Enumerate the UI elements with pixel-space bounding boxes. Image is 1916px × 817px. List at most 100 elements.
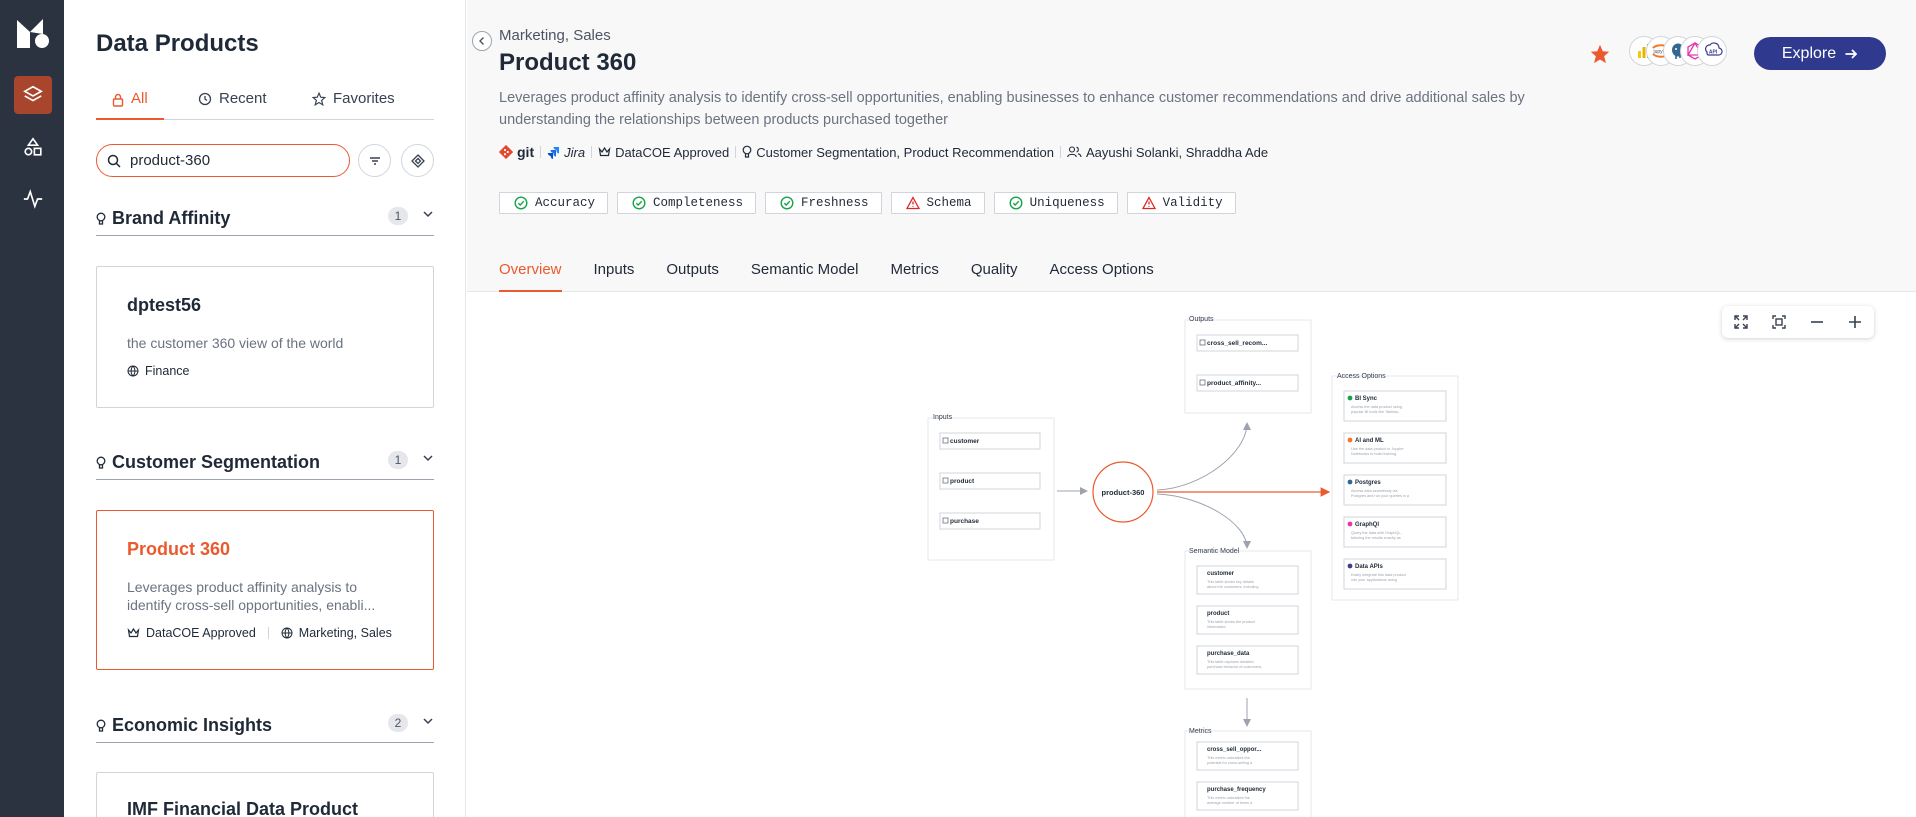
group-count-badge: 1 bbox=[388, 207, 408, 225]
outputs-group-title: Outputs bbox=[1189, 316, 1214, 323]
jira-icon bbox=[547, 146, 560, 159]
warning-triangle-icon bbox=[1141, 196, 1156, 210]
group-customer-segmentation[interactable]: Customer Segmentation 1 bbox=[96, 446, 434, 480]
detail-tabs: Overview Inputs Outputs Semantic Model M… bbox=[499, 254, 1186, 292]
access-node-desc: into your applications using bbox=[1351, 578, 1397, 582]
quality-chip-validity[interactable]: Validity bbox=[1126, 192, 1236, 214]
fullscreen-button[interactable] bbox=[1730, 311, 1752, 333]
zoom-in-button[interactable] bbox=[1844, 311, 1866, 333]
layout-toggle-button[interactable] bbox=[401, 144, 434, 177]
group-economic-insights[interactable]: Economic Insights 2 bbox=[96, 709, 434, 743]
edge-center-outputs bbox=[1156, 422, 1251, 491]
tab-outputs[interactable]: Outputs bbox=[666, 254, 719, 292]
chevron-down-icon[interactable] bbox=[422, 715, 434, 727]
shapes-nav-button[interactable] bbox=[14, 128, 52, 166]
page-title: Product 360 bbox=[499, 49, 637, 76]
card-title: dptest56 bbox=[127, 295, 202, 315]
check-circle-icon bbox=[1009, 196, 1023, 210]
app-root: Data Products All Recent Favorites produ… bbox=[0, 0, 1916, 817]
data-products-nav-button[interactable] bbox=[14, 76, 52, 114]
input-node-label: purchase bbox=[950, 518, 979, 525]
owners: Aayushi Solanki, Shraddha Ade bbox=[1067, 145, 1268, 160]
star-outline-icon bbox=[312, 92, 326, 106]
card-meta: Finance bbox=[127, 364, 403, 378]
card-badge: DataCOE Approved bbox=[146, 626, 256, 640]
nav-rail bbox=[0, 0, 64, 817]
quality-chip-accuracy[interactable]: Accuracy bbox=[499, 192, 609, 214]
sidebar-title: Data Products bbox=[96, 30, 259, 57]
check-circle-icon bbox=[514, 196, 528, 210]
fit-view-button[interactable] bbox=[1768, 311, 1790, 333]
access-node-desc: Postgres and run your queries in a bbox=[1351, 494, 1410, 498]
git-label: git bbox=[517, 144, 535, 160]
access-node-icon bbox=[1347, 563, 1353, 569]
jira-link[interactable]: Jira bbox=[547, 145, 585, 160]
output-node-label: cross_sell_recom... bbox=[1207, 340, 1268, 347]
owners-label: Aayushi Solanki, Shraddha Ade bbox=[1085, 144, 1269, 160]
group-name: Economic Insights bbox=[112, 715, 273, 735]
divider bbox=[1059, 146, 1061, 158]
users-icon bbox=[1067, 146, 1082, 158]
quality-chip-completeness[interactable]: Completeness bbox=[617, 192, 757, 214]
card-description: Leverages product affinity analysis to i… bbox=[127, 579, 376, 613]
shapes-icon bbox=[24, 137, 42, 156]
tab-favorites-label: Favorites bbox=[333, 90, 395, 107]
tab-access-options[interactable]: Access Options bbox=[1050, 254, 1154, 292]
semantic-node-label: purchase_data bbox=[1207, 651, 1250, 657]
fit-view-icon bbox=[1772, 315, 1786, 329]
access-group-title: Access Options bbox=[1337, 373, 1386, 380]
jira-label: Jira bbox=[564, 144, 586, 160]
tab-metrics[interactable]: Metrics bbox=[890, 254, 938, 292]
access-node-desc: Access data seamlessly via bbox=[1351, 489, 1398, 493]
access-options-avatars[interactable]: jupyter API bbox=[1629, 36, 1727, 68]
tab-overview[interactable]: Overview bbox=[499, 254, 562, 292]
app-logo-icon[interactable] bbox=[14, 14, 52, 52]
favorite-star-icon[interactable] bbox=[1589, 43, 1611, 65]
chevron-down-icon[interactable] bbox=[422, 452, 434, 464]
tab-quality[interactable]: Quality bbox=[971, 254, 1018, 292]
use-cases: Customer Segmentation, Product Recommend… bbox=[742, 145, 1054, 160]
product-card-selected[interactable]: Product 360 Leverages product affinity a… bbox=[96, 510, 434, 670]
quality-chip-schema[interactable]: Schema bbox=[890, 192, 985, 214]
sidebar-tabs: All Recent Favorites bbox=[96, 90, 434, 120]
explore-button[interactable]: Explore bbox=[1754, 37, 1886, 70]
tab-recent[interactable]: Recent bbox=[198, 90, 267, 120]
product-domains: Marketing, Sales bbox=[499, 27, 611, 44]
product-detail: Marketing, Sales Product 360 Leverages p… bbox=[467, 0, 1916, 817]
quality-chip-freshness[interactable]: Freshness bbox=[765, 192, 882, 214]
zoom-out-button[interactable] bbox=[1806, 311, 1828, 333]
metrics-nav-button[interactable] bbox=[14, 180, 52, 218]
quality-label: Accuracy bbox=[535, 196, 596, 210]
product-header: Marketing, Sales Product 360 Leverages p… bbox=[467, 0, 1916, 292]
access-node-desc: popular BI tools like Tableau, bbox=[1351, 410, 1399, 414]
tab-inputs[interactable]: Inputs bbox=[594, 254, 635, 292]
semantic-node-desc: purchase behavior of customers, bbox=[1207, 665, 1262, 669]
tab-all[interactable]: All bbox=[96, 90, 164, 120]
git-link[interactable]: git bbox=[499, 144, 534, 160]
access-node-desc: tailoring the results exactly as bbox=[1351, 536, 1401, 540]
tab-favorites[interactable]: Favorites bbox=[312, 90, 395, 120]
zoom-controls bbox=[1722, 306, 1874, 338]
semantic-group-title: Semantic Model bbox=[1189, 548, 1240, 555]
output-node-label: product_affinity... bbox=[1207, 380, 1261, 387]
semantic-node-desc: This table stores the product bbox=[1207, 620, 1256, 624]
quality-chip-uniqueness[interactable]: Uniqueness bbox=[993, 192, 1118, 214]
metrics-group-title: Metrics bbox=[1189, 728, 1212, 735]
lineage-canvas[interactable]: Inputs customer product purchase Outputs cros… bbox=[467, 293, 1916, 817]
search-input[interactable] bbox=[130, 152, 330, 169]
divider bbox=[591, 146, 593, 158]
access-node-desc: Notebooks to build training, bbox=[1351, 452, 1397, 456]
semantic-node-desc: This table captures detailed bbox=[1207, 660, 1253, 664]
collapse-sidebar-button[interactable] bbox=[472, 31, 492, 51]
group-brand-affinity[interactable]: Brand Affinity 1 bbox=[96, 202, 434, 236]
chevron-down-icon[interactable] bbox=[422, 208, 434, 220]
product-card[interactable]: IMF Financial Data Product bbox=[96, 772, 434, 817]
product-card[interactable]: dptest56 the customer 360 view of the wo… bbox=[96, 266, 434, 408]
chevron-left-icon bbox=[479, 37, 484, 45]
quality-label: Freshness bbox=[801, 196, 869, 210]
filter-button[interactable] bbox=[358, 144, 391, 177]
lineage-graph: Inputs customer product purchase Outputs cros… bbox=[927, 316, 1459, 817]
quality-label: Validity bbox=[1162, 196, 1223, 210]
group-count-badge: 1 bbox=[388, 451, 408, 469]
tab-semantic-model[interactable]: Semantic Model bbox=[751, 254, 859, 292]
